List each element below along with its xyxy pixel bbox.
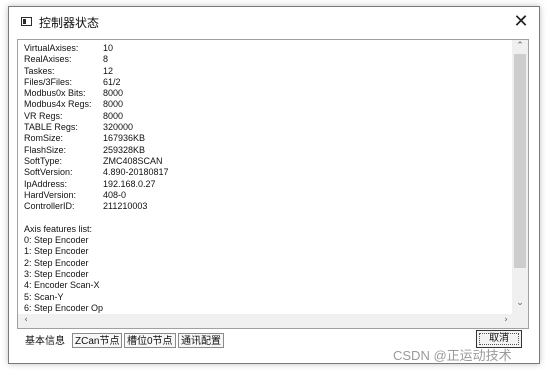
- tab-slot0-nodes[interactable]: 槽位0节点: [124, 333, 176, 348]
- info-key: SoftVersion:: [24, 167, 73, 178]
- title-bar: 控制器状态 ✕: [9, 7, 539, 37]
- info-row: Files/3Files: 61/2: [24, 77, 510, 88]
- info-value: 211210003: [103, 201, 148, 212]
- status-text: VirtualAxises: 10 RealAxises: 8 Taskes: 12 Fil…: [24, 43, 510, 313]
- scrollbar-corner: [512, 314, 528, 328]
- info-value: 8000: [103, 88, 124, 99]
- window-icon: [21, 17, 32, 26]
- axis-header: Axis features list:: [24, 223, 93, 234]
- watermark: CSDN @正运动技术: [393, 348, 512, 363]
- window-title: 控制器状态: [39, 16, 100, 30]
- info-row: Modbus0x Bits: 8000: [24, 88, 510, 99]
- info-value: 167936KB: [103, 133, 146, 144]
- info-key: Taskes:: [24, 65, 55, 76]
- info-key: TABLE Regs:: [24, 122, 78, 133]
- axis-item: 3: Step Encoder: [24, 268, 89, 279]
- axis-item: 0: Step Encoder: [24, 235, 89, 246]
- status-text-box[interactable]: VirtualAxises: 10 RealAxises: 8 Taskes: 12 Fil…: [17, 39, 529, 329]
- scroll-up-icon[interactable]: ⌃: [512, 41, 528, 51]
- tab-comm-config[interactable]: 通讯配置: [178, 333, 224, 348]
- info-row: FlashSize: 259328KB: [24, 145, 510, 156]
- info-row: RomSize: 167936KB: [24, 133, 510, 144]
- info-value: ZMC408SCAN: [103, 155, 163, 166]
- controller-status-dialog: 控制器状态 ✕ VirtualAxises: 10 RealAxises: 8 Task…: [8, 6, 540, 364]
- info-key: HardVersion:: [24, 189, 77, 200]
- info-row: ControllerID: 211210003: [24, 201, 510, 212]
- vertical-scroll-thumb[interactable]: [514, 54, 526, 268]
- info-row: Modbus4x Regs: 8000: [24, 99, 510, 110]
- info-value: 259328KB: [103, 144, 146, 155]
- info-value: 320000: [103, 122, 134, 133]
- info-key: ControllerID:: [24, 201, 75, 212]
- info-value: 408-0: [103, 189, 127, 200]
- info-key: IpAddress:: [24, 178, 68, 189]
- close-button[interactable]: ✕: [511, 12, 531, 32]
- axis-item: 2: Step Encoder: [24, 257, 89, 268]
- info-value: 10: [103, 43, 114, 53]
- info-value: 8000: [103, 110, 124, 121]
- scroll-down-icon[interactable]: ⌄: [512, 298, 528, 308]
- horizontal-scrollbar[interactable]: ‹ ›: [18, 314, 514, 328]
- info-row: RealAxises: 8: [24, 54, 510, 65]
- info-key: Modbus0x Bits:: [24, 88, 86, 99]
- info-row: SoftType: ZMC408SCAN: [24, 156, 510, 167]
- scroll-left-icon[interactable]: ‹: [18, 315, 34, 325]
- info-row: HardVersion: 408-0: [24, 190, 510, 201]
- info-value: 12: [103, 65, 114, 76]
- info-value: 8000: [103, 99, 124, 110]
- info-row: Taskes: 12: [24, 66, 510, 77]
- info-row: SoftVersion: 4.890-20180817: [24, 167, 510, 178]
- axis-list: 0: Step Encoder 1: Step Encoder 2: Step En…: [24, 235, 510, 313]
- info-value: 4.890-20180817: [103, 167, 169, 178]
- info-value: 8: [103, 54, 109, 65]
- info-key: SoftType:: [24, 155, 63, 166]
- info-key: Files/3Files:: [24, 76, 73, 87]
- info-key: RomSize:: [24, 133, 64, 144]
- axis-item: 1: Step Encoder: [24, 246, 89, 257]
- tab-zcan-nodes[interactable]: ZCan节点: [72, 333, 123, 348]
- info-list: VirtualAxises: 10 RealAxises: 8 Taskes: 12 Fil…: [24, 43, 510, 212]
- info-key: RealAxises:: [24, 54, 72, 65]
- info-key: VR Regs:: [24, 110, 63, 121]
- axis-item: 5: Scan-Y: [24, 291, 64, 302]
- info-row: VirtualAxises: 10: [24, 43, 510, 54]
- info-key: Modbus4x Regs:: [24, 99, 92, 110]
- info-key: VirtualAxises:: [24, 43, 79, 53]
- info-value: 61/2: [103, 76, 121, 87]
- axis-item: 4: Encoder Scan-X: [24, 280, 100, 291]
- vertical-scrollbar[interactable]: ⌃ ⌄: [512, 40, 528, 314]
- info-row: TABLE Regs: 320000: [24, 122, 510, 133]
- tab-basic-info[interactable]: 基本信息: [22, 333, 68, 348]
- info-row: IpAddress: 192.168.0.27: [24, 179, 510, 190]
- info-value: 192.168.0.27: [103, 178, 156, 189]
- info-row: VR Regs: 8000: [24, 111, 510, 122]
- axis-item: 6: Step Encoder Op: [24, 302, 104, 313]
- info-key: FlashSize:: [24, 144, 67, 155]
